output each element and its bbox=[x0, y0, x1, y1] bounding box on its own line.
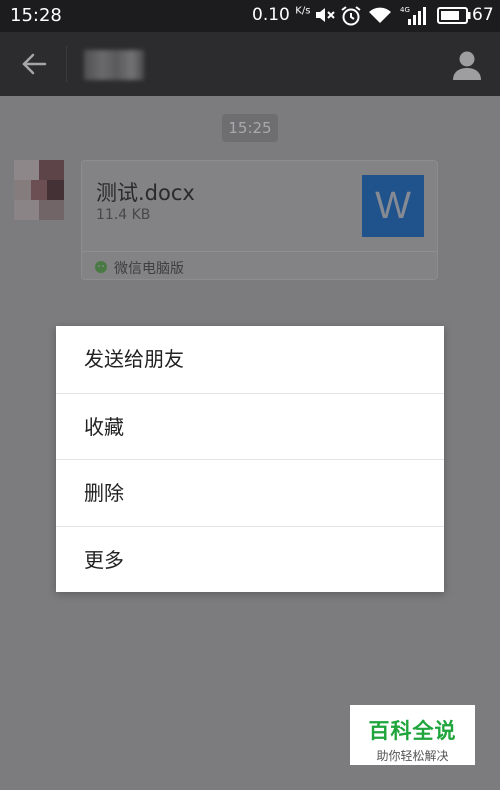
menu-item-more[interactable]: 更多 bbox=[56, 525, 444, 593]
message-timestamp: 15:25 bbox=[222, 114, 278, 142]
alarm-icon bbox=[341, 6, 361, 26]
status-time: 15:28 bbox=[10, 5, 62, 26]
status-bar: 15:28 0.10 K/s 4G 67 bbox=[0, 0, 500, 32]
menu-item-send-to-friend[interactable]: 发送给朋友 bbox=[56, 326, 444, 393]
file-name: 测试.docx bbox=[96, 181, 195, 205]
mute-icon bbox=[316, 8, 335, 22]
menu-item-delete[interactable]: 删除 bbox=[56, 459, 444, 526]
card-divider bbox=[82, 251, 437, 252]
file-source-label: 微信电脑版 bbox=[114, 261, 184, 277]
watermark-subtitle: 助你轻松解决 bbox=[376, 749, 449, 763]
context-menu: 发送给朋友 收藏 删除 更多 bbox=[56, 326, 444, 592]
contact-name-blurred bbox=[84, 50, 144, 80]
file-size: 11.4 KB bbox=[96, 207, 151, 223]
word-file-icon: W bbox=[362, 175, 424, 237]
battery-icon bbox=[437, 7, 471, 24]
wifi-icon bbox=[369, 7, 391, 23]
back-arrow-icon[interactable] bbox=[18, 50, 50, 78]
menu-item-favorite[interactable]: 收藏 bbox=[56, 392, 444, 460]
wechat-pc-icon bbox=[95, 261, 107, 273]
watermark-logo: 百科全说 助你轻松解决 bbox=[350, 705, 475, 765]
profile-icon[interactable] bbox=[450, 48, 484, 82]
file-message-card[interactable]: 测试.docx 11.4 KB W 微信电脑版 bbox=[81, 160, 438, 280]
watermark-title: 百科全说 bbox=[368, 719, 457, 743]
svg-text:4G: 4G bbox=[400, 6, 410, 14]
network-speed: 0.10 K/s bbox=[252, 5, 311, 25]
avatar[interactable] bbox=[14, 160, 64, 220]
chat-title-bar bbox=[0, 32, 500, 96]
signal-icon: 4G bbox=[400, 6, 426, 25]
title-divider bbox=[66, 46, 67, 82]
battery-percent: 67 bbox=[472, 5, 494, 25]
